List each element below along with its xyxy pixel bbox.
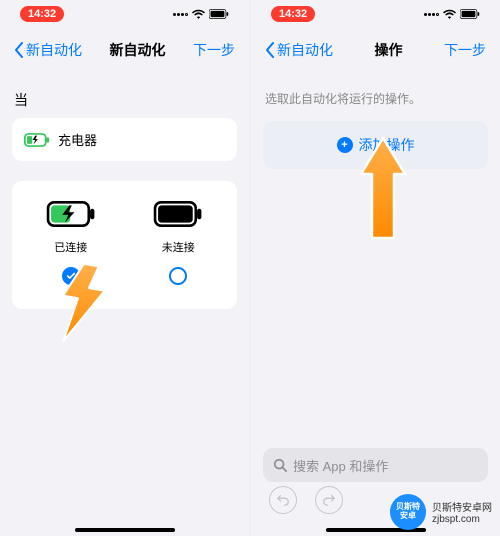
chevron-left-icon: [265, 42, 275, 58]
watermark-badge: 贝斯特 安卓: [390, 494, 426, 530]
add-action-button[interactable]: + 添加操作: [263, 121, 488, 169]
battery-icon: [209, 9, 229, 19]
charger-icon: [24, 133, 50, 147]
signal-icon: [424, 13, 439, 16]
chevron-left-icon: [14, 42, 24, 58]
wifi-icon: [192, 9, 205, 19]
nav-bar: 新自动化 新自动化 下一步: [0, 28, 249, 72]
nav-back-label: 新自动化: [277, 40, 333, 60]
status-icons: [173, 9, 229, 19]
battery-full-icon: [153, 201, 203, 227]
watermark-line1: 贝斯特安卓网: [432, 499, 492, 514]
battery-icon: [460, 9, 480, 19]
option-disconnected-label: 未连接: [162, 239, 195, 255]
trigger-card[interactable]: 充电器: [12, 118, 237, 161]
status-time-badge: 14:32: [271, 6, 315, 22]
option-disconnected[interactable]: 未连接: [130, 201, 228, 285]
phone-right: 14:32 新自动化 操作 下一步: [251, 0, 500, 536]
section-label: 当: [12, 90, 237, 110]
redo-button[interactable]: [315, 486, 343, 514]
condition-card: 已连接 未连接: [12, 181, 237, 309]
radio-checked-icon: [62, 267, 80, 285]
search-icon: [273, 458, 287, 472]
nav-next-button[interactable]: 下一步: [193, 40, 235, 60]
nav-title: 新自动化: [110, 40, 166, 60]
nav-back-button[interactable]: 新自动化: [14, 40, 82, 60]
nav-next-button[interactable]: 下一步: [444, 40, 486, 60]
status-icons: [424, 9, 480, 19]
status-bar: 14:32: [0, 0, 249, 28]
phone-left: 14:32 新自动化 新自动化 下一步: [0, 0, 249, 536]
add-action-label: 添加操作: [359, 135, 415, 155]
watermark-line2: zjbspt.com: [432, 514, 492, 525]
nav-title: 操作: [375, 40, 403, 60]
watermark: 贝斯特 安卓 贝斯特安卓网 zjbspt.com: [390, 494, 492, 530]
option-connected[interactable]: 已连接: [22, 201, 120, 285]
nav-back-button[interactable]: 新自动化: [265, 40, 333, 60]
status-bar: 14:32: [251, 0, 500, 28]
undo-button[interactable]: [269, 486, 297, 514]
battery-charging-icon: [46, 201, 96, 227]
option-connected-label: 已连接: [54, 239, 87, 255]
home-indicator[interactable]: [75, 528, 175, 532]
section-hint: 选取此自动化将运行的操作。: [263, 90, 488, 107]
signal-icon: [173, 13, 188, 16]
search-input[interactable]: 搜索 App 和操作: [263, 448, 488, 482]
search-placeholder: 搜索 App 和操作: [293, 456, 388, 475]
status-time-badge: 14:32: [20, 6, 64, 22]
nav-bar: 新自动化 操作 下一步: [251, 28, 500, 72]
plus-icon: +: [337, 137, 353, 153]
nav-back-label: 新自动化: [26, 40, 82, 60]
trigger-label: 充电器: [58, 130, 97, 149]
radio-unchecked-icon: [169, 267, 187, 285]
wifi-icon: [443, 9, 456, 19]
